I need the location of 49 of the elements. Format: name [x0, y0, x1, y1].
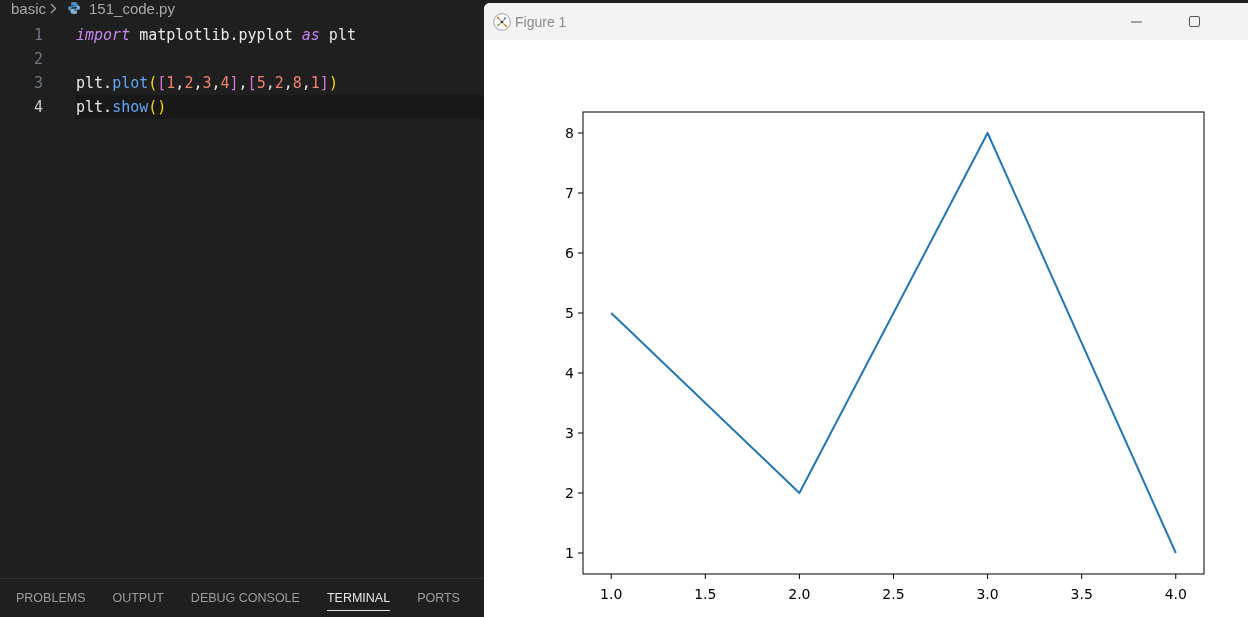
python-file-icon — [67, 1, 82, 15]
breadcrumb-file[interactable]: 151_code.py — [89, 0, 175, 17]
window-title: Figure 1 — [515, 13, 568, 30]
chevron-right-icon — [50, 2, 58, 14]
tick-mark — [577, 252, 584, 254]
maximize-icon — [1189, 15, 1201, 28]
tick-mark — [893, 573, 894, 580]
x-tick-label: 2.0 — [788, 586, 811, 602]
tick-mark — [577, 312, 584, 314]
x-tick-label: 4.0 — [1164, 586, 1187, 602]
code-line: import matplotlib.pyplot as plt — [76, 25, 357, 46]
y-tick-label: 3 — [565, 425, 574, 441]
app-logo-icon — [493, 12, 511, 31]
x-tick-label: 1.5 — [694, 586, 717, 602]
panel-tab[interactable]: DEBUG CONSOLE — [190, 585, 300, 611]
line-number: 1 — [32, 26, 43, 44]
line-number: 2 — [32, 50, 43, 68]
y-tick-label: 7 — [565, 185, 574, 201]
breadcrumb-folder[interactable]: basic — [11, 0, 47, 17]
tick-mark — [798, 573, 800, 580]
x-tick-label: 1.0 — [600, 586, 623, 602]
tick-mark — [610, 573, 612, 580]
panel-tab[interactable]: OUTPUT — [112, 585, 164, 611]
y-tick-label: 1 — [565, 545, 574, 561]
tick-mark — [1175, 573, 1177, 580]
y-tick-label: 2 — [565, 485, 574, 501]
tick-mark — [987, 573, 989, 580]
tick-mark — [704, 573, 706, 580]
y-tick-label: 6 — [565, 245, 574, 261]
tick-mark — [1081, 573, 1083, 580]
panel-tab[interactable]: PROBLEMS — [16, 585, 86, 611]
tick-mark — [577, 552, 584, 554]
x-tick-label: 3.5 — [1070, 586, 1093, 602]
tick-mark — [577, 132, 584, 134]
code-line: plt.plot([1,2,3,4],[5,2,8,1]) — [76, 73, 339, 94]
panel-tab[interactable]: TERMINAL — [326, 585, 391, 611]
y-tick-label: 4 — [565, 365, 574, 381]
minimize-icon — [1131, 20, 1143, 23]
line-number: 4 — [32, 98, 43, 116]
tick-mark — [577, 372, 584, 374]
x-tick-label: 2.5 — [882, 586, 905, 602]
y-tick-label: 5 — [565, 305, 574, 321]
y-tick-label: 8 — [565, 125, 574, 141]
line-number: 3 — [32, 74, 43, 92]
panel-tab[interactable]: PORTS — [417, 585, 460, 611]
tick-mark — [577, 432, 584, 434]
tick-mark — [577, 192, 584, 194]
tick-mark — [577, 492, 584, 494]
x-tick-label: 3.0 — [976, 586, 999, 602]
